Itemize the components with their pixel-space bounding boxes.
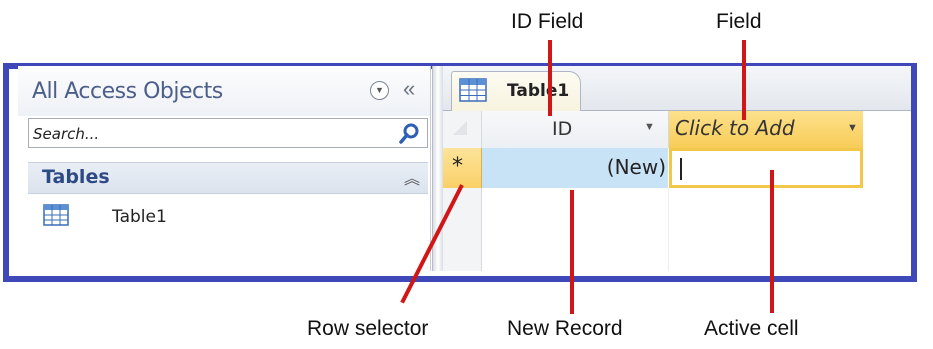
- table-icon: [43, 204, 69, 226]
- column-header-label: ID: [552, 118, 573, 140]
- column-header-label: Click to Add: [675, 116, 795, 140]
- chevron-down-icon[interactable]: ▼: [370, 81, 389, 100]
- row-selector[interactable]: *: [443, 148, 482, 188]
- nav-item-table1[interactable]: Table1: [28, 202, 428, 232]
- active-cell[interactable]: [669, 148, 863, 188]
- table-icon: [459, 78, 487, 102]
- select-all-button[interactable]: [443, 111, 482, 148]
- callout-new-record: New Record: [507, 317, 623, 340]
- group-label: Tables: [42, 166, 110, 188]
- callout-active-cell: Active cell: [704, 317, 799, 340]
- new-record-star-icon: *: [452, 154, 463, 179]
- datasheet-area: Table1 ID ▼ Click to Add ▼ * (New): [443, 66, 911, 271]
- navigation-pane: All Access Objects ▼ « Tables ︽ Table1: [18, 66, 431, 271]
- navigation-pane-title: All Access Objects: [32, 79, 223, 104]
- callout-field: Field: [716, 10, 762, 33]
- column-header-click-to-add[interactable]: Click to Add ▼: [669, 111, 863, 148]
- row-selector-column: [443, 188, 482, 271]
- pointer-line-active-cell: [770, 170, 774, 313]
- search-input[interactable]: [31, 121, 390, 147]
- collapse-pane-icon[interactable]: «: [403, 76, 415, 102]
- text-caret: [680, 158, 682, 180]
- tab-table1[interactable]: Table1: [451, 71, 581, 112]
- chevron-up-icon[interactable]: ︽: [404, 165, 420, 189]
- pointer-line-field: [742, 40, 746, 120]
- search-box: [28, 118, 428, 148]
- id-cell[interactable]: (New): [482, 148, 668, 188]
- dropdown-arrow-icon[interactable]: ▼: [847, 122, 858, 134]
- column-header-id[interactable]: ID ▼: [482, 111, 669, 148]
- dropdown-arrow-icon[interactable]: ▼: [644, 121, 655, 133]
- select-all-corner-icon: [453, 121, 467, 135]
- new-record-row: * (New): [443, 148, 911, 188]
- nav-item-label: Table1: [112, 207, 167, 227]
- document-tab-strip: Table1: [443, 66, 911, 112]
- callout-id-field: ID Field: [511, 10, 584, 33]
- callout-row-selector: Row selector: [307, 317, 429, 340]
- column-header-row: ID ▼ Click to Add ▼: [443, 111, 911, 148]
- tab-label: Table1: [507, 81, 570, 101]
- navigation-pane-header[interactable]: All Access Objects ▼ «: [18, 66, 430, 116]
- pointer-line-new-record: [570, 190, 574, 314]
- group-header-tables[interactable]: Tables ︽: [28, 162, 428, 194]
- pointer-line-id-field: [548, 40, 552, 116]
- search-icon[interactable]: [397, 122, 421, 146]
- empty-grid-area: [482, 188, 669, 271]
- id-cell-value: (New): [606, 155, 666, 179]
